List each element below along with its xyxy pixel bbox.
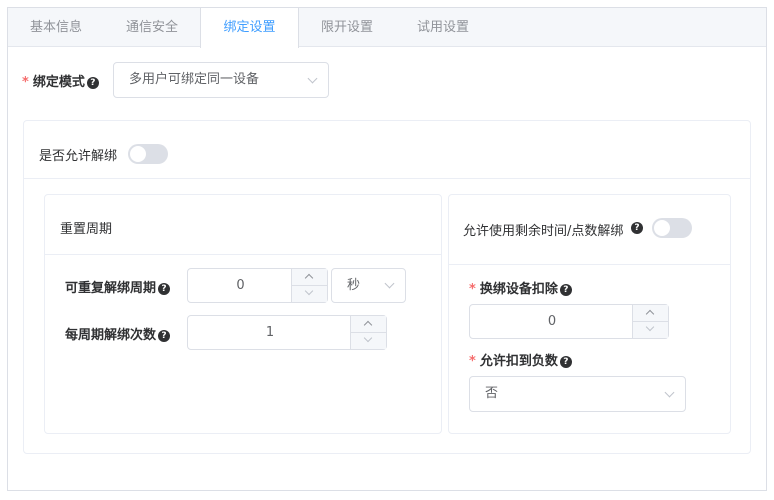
deduct-value[interactable]: 0 xyxy=(470,305,634,338)
increase-button[interactable] xyxy=(351,316,387,333)
negative-value: 否 xyxy=(485,386,499,401)
stepper-controls xyxy=(632,305,669,339)
bind-mode-text: 绑定模式 xyxy=(32,75,85,90)
chevron-down-icon xyxy=(363,333,373,342)
stepper-controls xyxy=(291,269,328,303)
reset-period-card: 重置周期 可重复解绑周期? 0 秒 每周期解绑次数? 1 xyxy=(44,194,442,434)
decrease-button[interactable] xyxy=(292,286,328,303)
help-icon[interactable]: ? xyxy=(86,76,99,89)
chevron-down-icon xyxy=(384,278,395,289)
settings-panel: 基本信息 通信安全 绑定设置 限开设置 试用设置 * 绑定模式? 多用户可绑定同一… xyxy=(7,7,767,491)
allow-unbind-label: 是否允许解绑 xyxy=(39,149,118,164)
required-mark: * xyxy=(22,75,29,90)
increase-button[interactable] xyxy=(292,269,328,286)
negative-label: * 允许扣到负数? xyxy=(469,350,572,369)
tab-bar: 基本信息 通信安全 绑定设置 限开设置 试用设置 xyxy=(8,8,766,48)
chevron-up-icon xyxy=(304,273,314,283)
chevron-down-icon xyxy=(304,286,314,295)
deduct-label: * 换绑设备扣除? xyxy=(469,278,572,297)
help-icon[interactable]: ? xyxy=(631,222,643,234)
repeat-period-value[interactable]: 0 xyxy=(188,269,293,302)
help-icon[interactable]: ? xyxy=(559,355,572,368)
help-icon[interactable]: ? xyxy=(158,282,171,295)
reset-period-header: 重置周期 xyxy=(45,195,441,255)
unbind-card-header: 是否允许解绑 xyxy=(24,121,750,179)
help-icon[interactable]: ? xyxy=(559,283,572,296)
remaining-unbind-label: 允许使用剩余时间/点数解绑 xyxy=(463,220,641,239)
increase-button[interactable] xyxy=(633,305,669,322)
repeat-period-label: 可重复解绑周期? xyxy=(65,277,171,296)
deduct-text: 换绑设备扣除 xyxy=(479,282,558,297)
help-icon[interactable]: ? xyxy=(158,329,171,342)
decrease-button[interactable] xyxy=(633,322,669,339)
per-period-value[interactable]: 1 xyxy=(188,316,352,349)
per-period-stepper[interactable]: 1 xyxy=(187,315,387,350)
bind-mode-value: 多用户可绑定同一设备 xyxy=(129,72,260,87)
chevron-down-icon xyxy=(645,322,655,331)
reset-period-title: 重置周期 xyxy=(60,222,113,237)
chevron-up-icon xyxy=(645,309,655,319)
tab-comm-security[interactable]: 通信安全 xyxy=(104,8,200,47)
decrease-button[interactable] xyxy=(351,333,387,350)
remaining-unbind-header: 允许使用剩余时间/点数解绑 ? xyxy=(449,195,730,265)
per-period-text: 每周期解绑次数 xyxy=(65,328,157,343)
bind-mode-select[interactable]: 多用户可绑定同一设备 xyxy=(113,62,329,98)
chevron-up-icon xyxy=(363,320,373,330)
required-mark: * xyxy=(469,354,476,369)
deduct-stepper[interactable]: 0 xyxy=(469,304,669,339)
repeat-period-stepper[interactable]: 0 xyxy=(187,268,328,303)
remaining-unbind-switch[interactable] xyxy=(652,218,692,238)
allow-unbind-switch[interactable] xyxy=(128,144,168,164)
chevron-down-icon xyxy=(664,387,675,398)
tab-basic-info[interactable]: 基本信息 xyxy=(8,8,104,47)
unbind-card: 是否允许解绑 重置周期 可重复解绑周期? 0 秒 每周期解绑次数 ? 1 允许使… xyxy=(23,120,751,454)
negative-select[interactable]: 否 xyxy=(469,376,686,412)
negative-text: 允许扣到负数 xyxy=(479,354,558,369)
stepper-controls xyxy=(350,316,387,350)
bind-mode-label: * 绑定模式? xyxy=(22,71,99,90)
remaining-unbind-card: 允许使用剩余时间/点数解绑 ? * 换绑设备扣除? 0 * 允许扣到负数? 否 xyxy=(448,194,731,434)
repeat-period-text: 可重复解绑周期 xyxy=(65,281,157,296)
period-unit-value: 秒 xyxy=(347,278,361,293)
required-mark: * xyxy=(469,282,476,297)
tab-limit-settings[interactable]: 限开设置 xyxy=(299,8,395,47)
per-period-label: 每周期解绑次数? xyxy=(65,324,171,343)
tab-bind-settings[interactable]: 绑定设置 xyxy=(200,8,299,48)
remaining-unbind-text: 允许使用剩余时间/点数解绑 xyxy=(463,224,624,239)
tab-trial-settings[interactable]: 试用设置 xyxy=(395,8,491,47)
chevron-down-icon xyxy=(307,73,318,84)
period-unit-select[interactable]: 秒 xyxy=(331,268,406,303)
